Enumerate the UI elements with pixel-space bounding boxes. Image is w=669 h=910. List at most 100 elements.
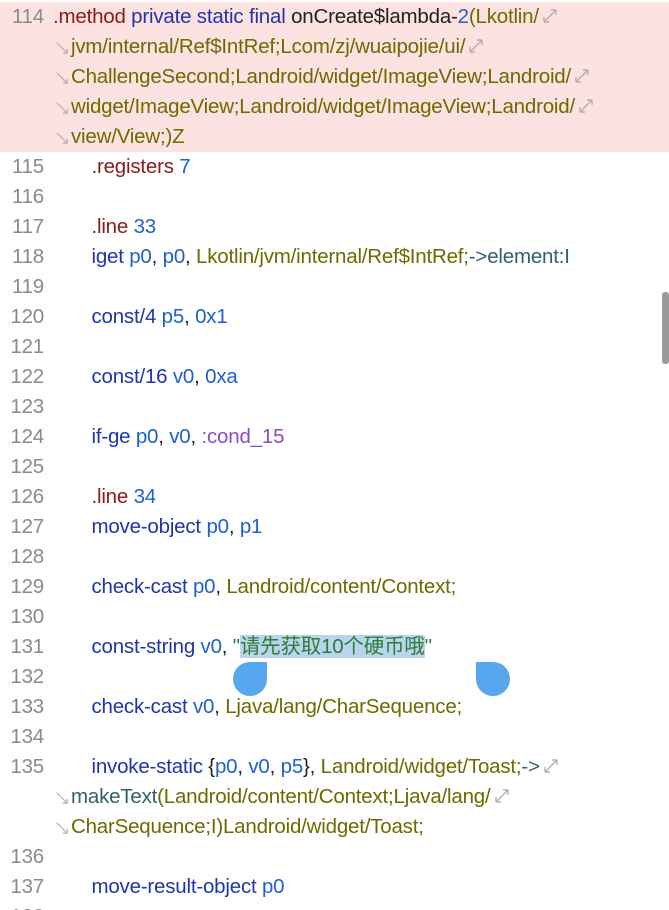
code-token: invoke-static [53,755,209,778]
line-number: 127 [10,515,44,538]
code-token: , [221,635,233,658]
code-line[interactable]: 135 invoke-static {p0, v0, p5}, Landroid… [0,752,669,782]
code-line[interactable]: 131 const-string v0, "请先获取10个硬币哦" [0,632,669,662]
code-line[interactable]: 129 check-cast p0, Landroid/content/Cont… [0,572,669,602]
line-number: 124 [10,425,44,448]
code-line-continuation[interactable]: CharSequence;I)Landroid/widget/Toast; [0,812,669,842]
code-token: p5 [161,305,185,328]
code-token: move-object [53,515,207,538]
code-text: CharSequence;I)Landroid/widget/Toast; [71,812,424,842]
line-number: 126 [10,485,44,508]
code-line[interactable]: 124 if-ge p0, v0, :cond_15 [0,422,669,452]
code-line[interactable]: 123 [0,392,669,422]
code-token: iget [53,245,130,268]
code-line[interactable]: 133 check-cast v0, Ljava/lang/CharSequen… [0,692,669,722]
code-line[interactable]: 138 [0,902,669,910]
wrap-continuation-icon [56,42,68,54]
code-token: view/View;)Z [71,125,185,148]
line-wrap-icon [543,9,557,23]
code-token: -> [521,755,540,778]
code-line[interactable]: 121 [0,332,669,362]
line-number: 136 [10,845,44,868]
code-line[interactable]: 127 move-object p0, p1 [0,512,669,542]
selection-handle-end[interactable] [476,662,510,696]
code-token: ChallengeSecond;Landroid/widget/ImageVie… [71,65,571,88]
code-text: .line 34 [53,482,156,512]
code-line[interactable]: 116 [0,182,669,212]
line-wrap-icon [469,39,484,53]
code-text: widget/ImageView;Landroid/widget/ImageVi… [71,92,594,122]
code-token: check-cast [53,695,193,718]
code-token: , [194,365,206,388]
line-number: 121 [10,335,44,358]
code-token: { [208,755,215,778]
selection-handle-start[interactable] [233,662,267,696]
code-token: Landroid/content/Context; [226,575,457,598]
code-token: const/4 [53,305,162,328]
code-line[interactable]: 126 .line 34 [0,482,669,512]
code-line[interactable]: 114 .method private static final onCreate… [0,2,669,32]
code-line-continuation[interactable]: makeText(Landroid/content/Context;Ljava/… [0,782,669,812]
code-token: " [232,635,240,658]
code-line-continuation[interactable]: jvm/internal/Ref$IntRef;Lcom/zj/wuaipoji… [0,32,669,62]
line-number: 125 [10,455,44,478]
code-line[interactable]: 130 [0,602,669,632]
code-token: , [190,425,202,448]
code-text: jvm/internal/Ref$IntRef;Lcom/zj/wuaipoji… [71,32,484,62]
line-wrap-icon [494,789,509,803]
code-text: ChallengeSecond;Landroid/widget/ImageVie… [71,62,590,92]
vertical-scrollbar[interactable] [662,292,669,364]
code-line[interactable]: 128 [0,542,669,572]
code-token: (Landroid/content/Context;Ljava/lang/ [157,785,491,808]
code-token: makeText [71,785,158,808]
line-number: 120 [10,305,44,328]
code-line[interactable]: 118 iget p0, p0, Lkotlin/jvm/internal/Re… [0,242,669,272]
line-number: 133 [10,695,44,718]
code-token: p5 [280,755,304,778]
code-text: const/16 v0, 0xa [53,362,238,392]
code-token: v0 [248,755,270,778]
code-token: 33 [133,215,157,238]
line-number: 119 [11,275,44,298]
code-line[interactable]: 134 [0,722,669,752]
code-token: p0 [192,575,216,598]
code-token: ->element:I [468,245,570,268]
code-token: , [269,755,281,778]
code-line[interactable]: 137 move-result-object p0 [0,872,669,902]
code-token: .registers [53,155,180,178]
code-token: v0 [169,425,191,448]
code-token: p0 [162,245,186,268]
code-token: 34 [133,485,157,508]
wrap-continuation-icon [56,822,68,834]
code-token: const/16 [53,365,173,388]
line-number: 118 [11,245,44,268]
code-token: 2 [457,5,469,28]
code-line[interactable]: 117 .line 33 [0,212,669,242]
code-line[interactable]: 125 [0,452,669,482]
line-wrap-icon [579,99,593,113]
line-number: 116 [11,185,44,208]
code-token: , [215,575,227,598]
code-text: view/View;)Z [71,122,185,152]
code-token: 0xa [205,365,238,388]
code-token: .method [53,5,126,28]
code-editor[interactable]: 114 .method private static final onCreate… [0,0,669,910]
code-token: p0 [261,875,285,898]
code-token: (Lkotlin/ [468,5,539,28]
code-text: const/4 p5, 0x1 [53,302,227,332]
code-token: }, [303,755,321,778]
code-line[interactable]: 115 .registers 7 [0,152,669,182]
code-text: .line 33 [53,212,156,242]
code-line-continuation[interactable]: widget/ImageView;Landroid/widget/ImageVi… [0,92,669,122]
code-token: onCreate$lambda- [291,5,458,28]
code-line-continuation[interactable]: ChallengeSecond;Landroid/widget/ImageVie… [0,62,669,92]
code-line[interactable]: 136 [0,842,669,872]
code-line[interactable]: 122 const/16 v0, 0xa [0,362,669,392]
code-token: , [185,245,197,268]
code-line[interactable]: 132 [0,662,669,692]
code-line[interactable]: 119 [0,272,669,302]
code-line[interactable]: 120 const/4 p5, 0x1 [0,302,669,332]
code-text: invoke-static {p0, v0, p5}, Landroid/wid… [53,752,559,782]
code-line-continuation[interactable]: view/View;)Z [0,122,669,152]
code-token: , [158,425,170,448]
